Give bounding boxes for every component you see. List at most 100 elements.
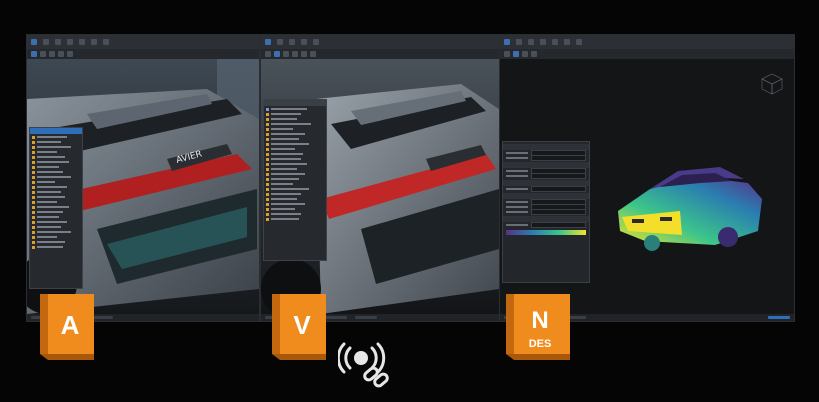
list-item[interactable] [266, 177, 324, 181]
vred-app-badge: V [272, 294, 326, 360]
scenegraph-header [264, 100, 326, 106]
list-item[interactable] [266, 202, 324, 206]
list-item[interactable] [266, 212, 324, 216]
list-item[interactable] [32, 200, 80, 204]
menu-edit[interactable] [289, 39, 295, 45]
list-item[interactable] [266, 117, 324, 121]
list-item[interactable] [266, 157, 324, 161]
list-item[interactable] [266, 192, 324, 196]
list-item[interactable] [266, 137, 324, 141]
tool-surface[interactable] [58, 51, 64, 57]
list-item[interactable] [32, 210, 80, 214]
tool-variant[interactable] [310, 51, 316, 57]
list-item[interactable] [32, 150, 80, 154]
vred-app-icon[interactable] [265, 39, 271, 45]
list-item[interactable] [32, 230, 80, 234]
tool-pick[interactable] [31, 51, 37, 57]
tool-select[interactable] [504, 51, 510, 57]
list-item[interactable] [32, 245, 80, 249]
list-item[interactable] [266, 122, 324, 126]
alias-toolbar [27, 49, 259, 59]
menu-layouts[interactable] [79, 39, 85, 45]
menu-edit[interactable] [55, 39, 61, 45]
link-broadcast-icon [338, 342, 389, 388]
list-item[interactable] [32, 215, 80, 219]
menu-results[interactable] [564, 39, 570, 45]
tool-view[interactable] [531, 51, 537, 57]
menu-file[interactable] [43, 39, 49, 45]
nastran-app-badge: N DES [506, 294, 570, 360]
tool-transform[interactable] [40, 51, 46, 57]
list-item[interactable] [266, 187, 324, 191]
prop-row[interactable] [503, 185, 589, 192]
nastran-app-icon[interactable] [504, 39, 510, 45]
list-item[interactable] [266, 197, 324, 201]
menu-file[interactable] [277, 39, 283, 45]
color-legend-bar [506, 230, 586, 235]
list-item[interactable] [32, 180, 80, 184]
list-item[interactable] [32, 175, 80, 179]
menu-mesh[interactable] [540, 39, 546, 45]
tool-evaluate[interactable] [67, 51, 73, 57]
list-item[interactable] [266, 172, 324, 176]
list-item[interactable] [266, 182, 324, 186]
prop-row[interactable] [503, 154, 589, 161]
tool-curve[interactable] [49, 51, 55, 57]
nastran-properties-panel[interactable] [502, 141, 590, 283]
list-item[interactable] [32, 205, 80, 209]
list-item[interactable] [32, 160, 80, 164]
prop-row[interactable] [503, 172, 589, 179]
list-item[interactable] [32, 185, 80, 189]
list-item[interactable] [32, 165, 80, 169]
list-item[interactable] [32, 135, 80, 139]
menu-view[interactable] [67, 39, 73, 45]
list-item[interactable] [32, 220, 80, 224]
list-item[interactable] [32, 190, 80, 194]
vred-scenegraph[interactable] [263, 99, 327, 261]
vred-toolbar [261, 49, 499, 59]
prop-row[interactable] [503, 221, 589, 228]
list-item[interactable] [32, 140, 80, 144]
tool-postprocess[interactable] [522, 51, 528, 57]
list-item[interactable] [266, 167, 324, 171]
vred-letter: V [293, 310, 311, 340]
list-item[interactable] [266, 147, 324, 151]
tool-select[interactable] [265, 51, 271, 57]
tool-camera[interactable] [283, 51, 289, 57]
nastran-letter: N [531, 307, 548, 334]
menu-tools[interactable] [576, 39, 582, 45]
nastran-sub: DES [529, 338, 552, 350]
list-item[interactable] [266, 162, 324, 166]
list-item[interactable] [32, 195, 80, 199]
menu-objects[interactable] [91, 39, 97, 45]
tool-analyze[interactable] [513, 51, 519, 57]
alias-object-lister[interactable] [29, 127, 83, 289]
list-item[interactable] [266, 152, 324, 156]
menu-model[interactable] [528, 39, 534, 45]
vred-window [260, 34, 500, 322]
color-legend-row [503, 230, 589, 235]
tool-render[interactable] [274, 51, 280, 57]
menu-view[interactable] [301, 39, 307, 45]
menu-analysis[interactable] [552, 39, 558, 45]
list-item[interactable] [32, 145, 80, 149]
tool-material[interactable] [301, 51, 307, 57]
list-item[interactable] [266, 142, 324, 146]
list-item[interactable] [32, 225, 80, 229]
list-item[interactable] [266, 107, 324, 111]
list-item[interactable] [32, 155, 80, 159]
list-item[interactable] [266, 217, 324, 221]
tool-light[interactable] [292, 51, 298, 57]
list-item[interactable] [266, 207, 324, 211]
list-item[interactable] [32, 235, 80, 239]
alias-app-icon[interactable] [31, 39, 37, 45]
list-item[interactable] [266, 127, 324, 131]
menu-scene[interactable] [313, 39, 319, 45]
list-item[interactable] [266, 112, 324, 116]
menu-render[interactable] [103, 39, 109, 45]
list-item[interactable] [32, 240, 80, 244]
prop-row[interactable] [503, 208, 589, 215]
list-item[interactable] [266, 132, 324, 136]
menu-file[interactable] [516, 39, 522, 45]
list-item[interactable] [32, 170, 80, 174]
